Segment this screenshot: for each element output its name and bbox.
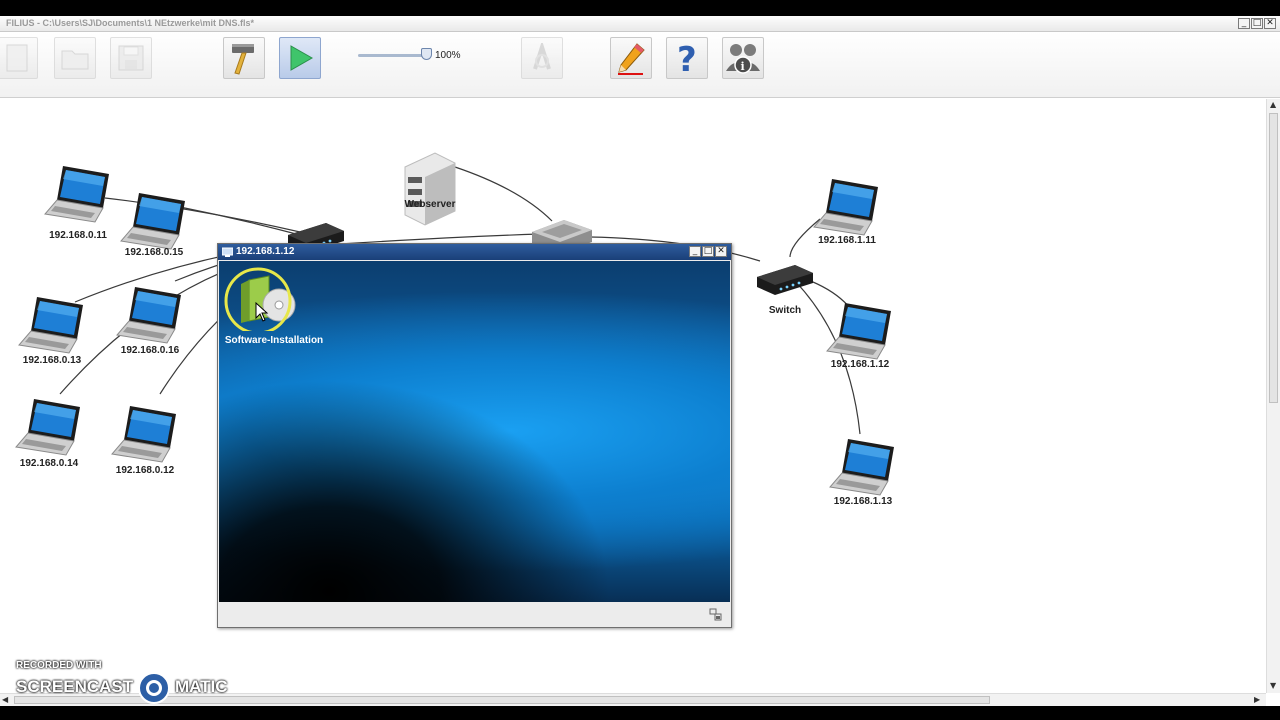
node-label: 192.168.0.16: [120, 345, 180, 356]
node-label: 192.168.0.12: [115, 465, 175, 476]
resize-grip-icon[interactable]: [709, 608, 723, 622]
watermark-line3: MATIC: [175, 677, 228, 696]
laptop-icon: [813, 179, 878, 236]
desktop-minimize-button[interactable]: _: [689, 246, 701, 257]
desktop-maximize-button[interactable]: □: [702, 246, 714, 257]
save-icon: [118, 45, 144, 71]
zoom-thumb[interactable]: [421, 48, 432, 60]
zoom-track: [358, 54, 428, 57]
simulation-play-icon: [290, 45, 314, 71]
maximize-button[interactable]: □: [1251, 18, 1263, 29]
scroll-up-arrow[interactable]: ▲: [1270, 100, 1276, 109]
node-label: 192.168.0.13: [22, 355, 82, 366]
webserver-icon: [404, 152, 456, 226]
design-mode-button[interactable]: [223, 37, 265, 79]
svg-text:?: ?: [677, 40, 697, 76]
documentation-icon: [533, 43, 551, 70]
software-installation-label: Software-Installation: [224, 335, 324, 346]
pencil-button[interactable]: [610, 37, 652, 79]
laptop-icon: [120, 193, 185, 250]
node-label: 192.168.0.15: [124, 247, 184, 258]
desktop-close-button[interactable]: ✕: [715, 246, 727, 257]
laptop-icon: [18, 297, 83, 354]
node-label: 192.168.0.11: [49, 230, 107, 241]
laptop-icon: [44, 166, 109, 223]
laptop-icon: [116, 287, 181, 344]
node-label: 192.168.1.12: [830, 359, 890, 370]
laptop-icon: [111, 406, 176, 463]
watermark-line1: RECORDED WITH: [16, 660, 102, 671]
node-pc-1-11[interactable]: [812, 177, 882, 244]
open-file-icon: [61, 50, 89, 70]
new-file-icon: [6, 44, 28, 72]
open-file-button[interactable]: [54, 37, 96, 79]
node-webserver[interactable]: [401, 149, 459, 234]
software-installation-icon: [224, 267, 296, 331]
documentation-button[interactable]: [521, 37, 563, 79]
host-desktop-title: 192.168.1.12: [236, 246, 295, 257]
node-label: 192.168.0.14: [19, 458, 79, 469]
save-button[interactable]: [110, 37, 152, 79]
node-pc-0-12[interactable]: [110, 404, 180, 471]
scroll-left-arrow[interactable]: ◀: [2, 695, 8, 704]
scroll-down-arrow[interactable]: ▼: [1270, 681, 1276, 690]
info-icon: i: [726, 44, 760, 74]
node-label: Webserver: [404, 199, 456, 210]
software-installation-shortcut[interactable]: Software-Installation: [219, 267, 329, 349]
node-label: 192.168.1.11: [818, 235, 876, 246]
scroll-right-arrow[interactable]: ▶: [1254, 695, 1260, 704]
toolbar: 100% ? i: [0, 32, 1280, 98]
simulation-button[interactable]: [279, 37, 321, 79]
node-pc-0-16[interactable]: [115, 285, 185, 352]
window-title: FILIUS - C:\Users\SJ\Documents\1 NEtzwer…: [6, 18, 255, 28]
node-pc-0-11[interactable]: [43, 164, 113, 231]
node-pc-0-14[interactable]: [14, 397, 84, 464]
title-bar: FILIUS - C:\Users\SJ\Documents\1 NEtzwer…: [0, 16, 1280, 32]
node-pc-1-12[interactable]: [825, 301, 895, 368]
switch-icon: [757, 265, 813, 295]
help-button[interactable]: ?: [666, 37, 708, 79]
host-desktop[interactable]: Software-Installation: [219, 261, 730, 602]
vertical-scroll-thumb[interactable]: [1269, 113, 1278, 403]
node-pc-1-13[interactable]: [828, 437, 898, 504]
node-switch[interactable]: [755, 259, 815, 304]
info-button[interactable]: i: [722, 37, 764, 79]
vertical-scrollbar[interactable]: ▲ ▼: [1266, 99, 1280, 693]
screencast-logo-icon: [138, 672, 170, 704]
node-label: 192.168.1.13: [833, 496, 893, 507]
laptop-icon: [829, 439, 894, 496]
screen-bottom-bar: [0, 706, 1280, 720]
minimize-button[interactable]: _: [1238, 18, 1250, 29]
svg-text:i: i: [741, 60, 745, 73]
zoom-slider[interactable]: [358, 48, 432, 60]
host-desktop-title-bar[interactable]: 192.168.1.12 _ □ ✕: [218, 244, 731, 260]
close-button[interactable]: ✕: [1264, 18, 1276, 29]
host-desktop-status-bar: [219, 603, 730, 627]
node-label: Switch: [768, 305, 802, 316]
new-file-button[interactable]: [0, 37, 38, 79]
watermark-line2: SCREENCAST: [16, 677, 134, 696]
desktop-window-icon: [222, 247, 233, 257]
laptop-icon: [826, 303, 891, 360]
link-pc-0-15: [179, 206, 301, 236]
pencil-icon: [618, 43, 645, 75]
screencast-watermark: RECORDED WITH SCREENCAST MATIC: [16, 660, 228, 704]
help-icon: ?: [677, 40, 697, 76]
node-pc-0-13[interactable]: [17, 295, 87, 362]
design-mode-hammer-icon: [232, 44, 254, 75]
laptop-icon: [15, 399, 80, 456]
zoom-value: 100%: [435, 50, 461, 61]
host-desktop-window[interactable]: 192.168.1.12 _ □ ✕ Software-Installation: [217, 243, 732, 628]
filius-window: FILIUS - C:\Users\SJ\Documents\1 NEtzwer…: [0, 16, 1280, 706]
